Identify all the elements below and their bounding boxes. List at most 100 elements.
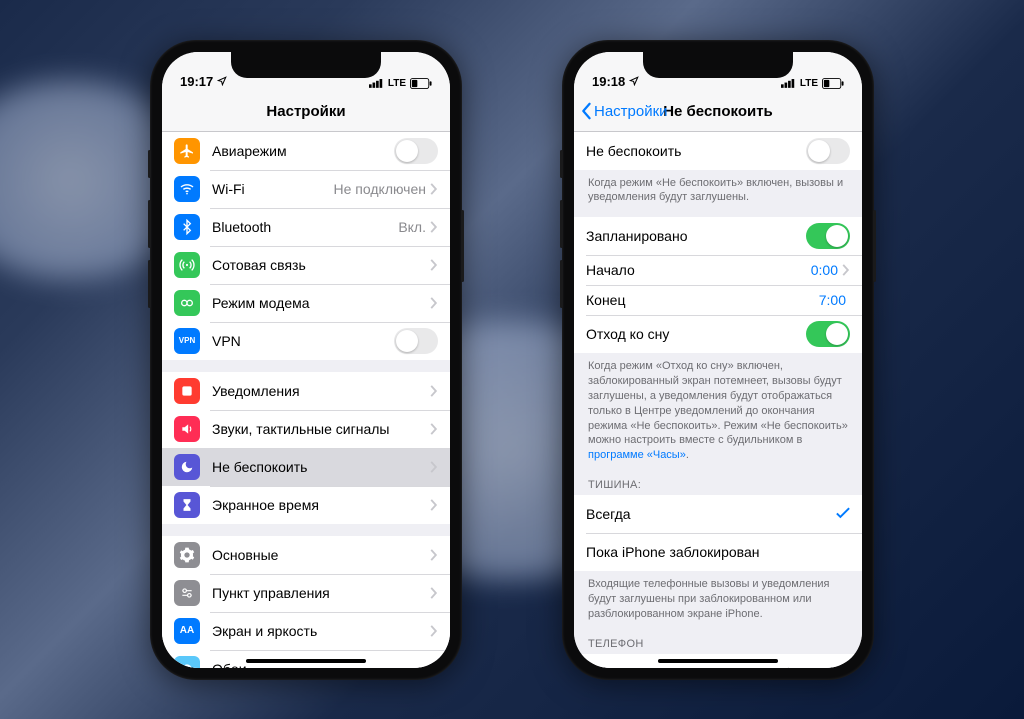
row-label: Bluetooth bbox=[212, 219, 398, 235]
row-screentime[interactable]: Экранное время bbox=[162, 486, 450, 524]
wallpaper-icon bbox=[174, 656, 200, 668]
row-bluetooth[interactable]: Bluetooth Вкл. bbox=[162, 208, 450, 246]
chevron-right-icon bbox=[430, 221, 438, 233]
row-dnd[interactable]: Не беспокоить bbox=[162, 448, 450, 486]
row-general[interactable]: Основные bbox=[162, 536, 450, 574]
chevron-right-icon bbox=[430, 549, 438, 561]
moon-icon bbox=[174, 454, 200, 480]
sounds-icon bbox=[174, 416, 200, 442]
row-label: Экран и яркость bbox=[212, 623, 430, 639]
row-cellular[interactable]: Сотовая связь bbox=[162, 246, 450, 284]
notifications-icon bbox=[174, 378, 200, 404]
status-time: 19:18 bbox=[592, 74, 625, 89]
display-icon: AA bbox=[174, 618, 200, 644]
screen: 19:18 LTE Настройки Не беспокоить Не бес… bbox=[574, 52, 862, 668]
signal-icon bbox=[369, 78, 384, 88]
phone-left: 19:17 LTE Настройки Авиарежим bbox=[150, 40, 462, 680]
row-scheduled[interactable]: Запланировано bbox=[574, 217, 862, 255]
back-label: Настройки bbox=[594, 103, 668, 120]
chevron-right-icon bbox=[842, 264, 850, 276]
row-label: VPN bbox=[212, 333, 394, 349]
row-value: Вкл. bbox=[398, 219, 426, 235]
row-label: Экранное время bbox=[212, 497, 430, 513]
row-label: Отход ко сну bbox=[586, 326, 806, 342]
row-label: Уведомления bbox=[212, 383, 430, 399]
battery-icon bbox=[410, 78, 432, 89]
back-button[interactable]: Настройки bbox=[580, 92, 668, 131]
checkmark-icon bbox=[836, 506, 850, 522]
row-label: Звуки, тактильные сигналы bbox=[212, 421, 430, 437]
wifi-icon bbox=[174, 176, 200, 202]
chevron-right-icon bbox=[430, 183, 438, 195]
row-bedtime[interactable]: Отход ко сну bbox=[574, 315, 862, 353]
row-silence-always[interactable]: Всегда bbox=[574, 495, 862, 533]
toggle-bedtime[interactable] bbox=[806, 321, 850, 347]
row-label: Пока iPhone заблокирован bbox=[586, 544, 850, 560]
row-label: Допуск вызовов bbox=[586, 665, 747, 668]
sliders-icon bbox=[174, 580, 200, 606]
row-end[interactable]: Конец 7:00 bbox=[574, 285, 862, 315]
row-value: 7:00 bbox=[819, 292, 846, 308]
row-vpn[interactable]: VPN VPN bbox=[162, 322, 450, 360]
row-sounds[interactable]: Звуки, тактильные сигналы bbox=[162, 410, 450, 448]
navbar: Настройки bbox=[162, 92, 450, 132]
page-title: Не беспокоить bbox=[663, 103, 773, 120]
clock-app-link[interactable]: программе «Часы» bbox=[588, 449, 686, 461]
hotspot-icon bbox=[174, 290, 200, 316]
chevron-right-icon bbox=[430, 385, 438, 397]
vpn-icon: VPN bbox=[174, 328, 200, 354]
row-hotspot[interactable]: Режим модема bbox=[162, 284, 450, 322]
toggle-vpn[interactable] bbox=[394, 328, 438, 354]
hourglass-icon bbox=[174, 492, 200, 518]
chevron-right-icon bbox=[430, 663, 438, 668]
toggle-dnd[interactable] bbox=[806, 138, 850, 164]
section-footer: Когда режим «Не беспокоить» включен, выз… bbox=[574, 170, 862, 208]
notch bbox=[643, 52, 793, 78]
row-display[interactable]: AA Экран и яркость bbox=[162, 612, 450, 650]
chevron-right-icon bbox=[430, 423, 438, 435]
home-indicator[interactable] bbox=[246, 659, 366, 663]
row-wifi[interactable]: Wi-Fi Не подключен bbox=[162, 170, 450, 208]
chevron-right-icon bbox=[430, 587, 438, 599]
battery-icon bbox=[822, 78, 844, 89]
row-value: От избранных bbox=[747, 665, 838, 668]
page-title: Настройки bbox=[266, 103, 345, 120]
row-label: Не беспокоить bbox=[586, 143, 806, 159]
row-label: Авиарежим bbox=[212, 143, 394, 159]
toggle-scheduled[interactable] bbox=[806, 223, 850, 249]
chevron-right-icon bbox=[842, 667, 850, 668]
chevron-right-icon bbox=[430, 499, 438, 511]
toggle-airplane[interactable] bbox=[394, 138, 438, 164]
settings-list: Авиарежим Wi-Fi Не подключен Bluetooth В… bbox=[162, 132, 450, 668]
notch bbox=[231, 52, 381, 78]
chevron-right-icon bbox=[430, 461, 438, 473]
chevron-right-icon bbox=[430, 297, 438, 309]
location-icon bbox=[217, 76, 227, 86]
row-control[interactable]: Пункт управления bbox=[162, 574, 450, 612]
row-label: Начало bbox=[586, 262, 811, 278]
home-indicator[interactable] bbox=[658, 659, 778, 663]
row-airplane[interactable]: Авиарежим bbox=[162, 132, 450, 170]
location-icon bbox=[629, 76, 639, 86]
navbar: Настройки Не беспокоить bbox=[574, 92, 862, 132]
row-label: Не беспокоить bbox=[212, 459, 430, 475]
chevron-right-icon bbox=[430, 259, 438, 271]
row-value: 0:00 bbox=[811, 262, 838, 278]
bluetooth-icon bbox=[174, 214, 200, 240]
row-label: Сотовая связь bbox=[212, 257, 430, 273]
airplane-icon bbox=[174, 138, 200, 164]
row-dnd-enable[interactable]: Не беспокоить bbox=[574, 132, 862, 170]
screen: 19:17 LTE Настройки Авиарежим bbox=[162, 52, 450, 668]
chevron-right-icon bbox=[430, 625, 438, 637]
section-footer: Входящие телефонные вызовы и уведомления… bbox=[574, 571, 862, 624]
row-label: Основные bbox=[212, 547, 430, 563]
row-label: Режим модема bbox=[212, 295, 430, 311]
section-footer: Когда режим «Отход ко сну» включен, забл… bbox=[574, 353, 862, 465]
signal-icon bbox=[781, 78, 796, 88]
row-notifications[interactable]: Уведомления bbox=[162, 372, 450, 410]
row-start[interactable]: Начало 0:00 bbox=[574, 255, 862, 285]
row-label: Всегда bbox=[586, 506, 836, 522]
row-silence-locked[interactable]: Пока iPhone заблокирован bbox=[574, 533, 862, 571]
phone-right: 19:18 LTE Настройки Не беспокоить Не бес… bbox=[562, 40, 874, 680]
row-label: Пункт управления bbox=[212, 585, 430, 601]
